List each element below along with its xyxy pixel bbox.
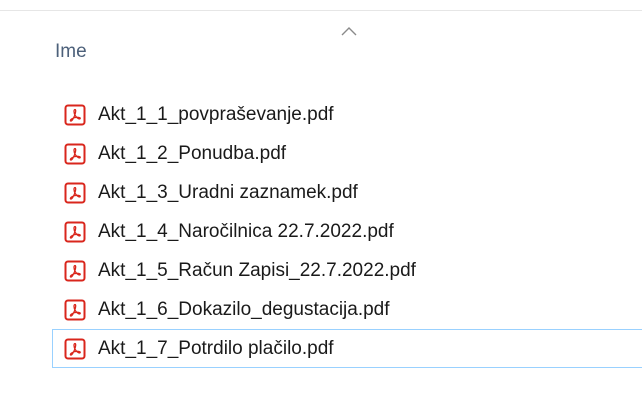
file-row[interactable]: Akt_1_5_Račun Zapisi_22.7.2022.pdf: [52, 251, 642, 290]
file-name: Akt_1_2_Ponudba.pdf: [98, 142, 287, 164]
file-row[interactable]: Akt_1_1_povpraševanje.pdf: [52, 95, 642, 134]
pdf-icon: [64, 338, 86, 359]
file-name: Akt_1_5_Račun Zapisi_22.7.2022.pdf: [98, 259, 416, 281]
pdf-icon: [64, 182, 86, 203]
file-row[interactable]: Akt_1_6_Dokazilo_degustacija.pdf: [52, 290, 642, 329]
pdf-icon: [64, 299, 86, 320]
file-row[interactable]: Akt_1_3_Uradni zaznamek.pdf: [52, 173, 642, 212]
file-row[interactable]: Akt_1_2_Ponudba.pdf: [52, 134, 642, 173]
file-name: Akt_1_3_Uradni zaznamek.pdf: [98, 181, 358, 203]
pdf-icon: [64, 143, 86, 164]
header-divider: [0, 10, 642, 11]
pdf-icon: [64, 104, 86, 125]
file-name: Akt_1_7_Potrdilo plačilo.pdf: [98, 337, 334, 359]
file-row[interactable]: Akt_1_4_Naročilnica 22.7.2022.pdf: [52, 212, 642, 251]
file-name: Akt_1_4_Naročilnica 22.7.2022.pdf: [98, 220, 394, 242]
file-row-selected[interactable]: Akt_1_7_Potrdilo plačilo.pdf: [52, 329, 642, 368]
pdf-icon: [64, 221, 86, 242]
file-name: Akt_1_6_Dokazilo_degustacija.pdf: [98, 298, 390, 320]
file-list: Akt_1_1_povpraševanje.pdf Akt_1_2_Ponudb…: [52, 95, 642, 368]
chevron-up-icon[interactable]: [338, 24, 360, 38]
column-header-name[interactable]: Ime: [55, 41, 87, 63]
pdf-icon: [64, 260, 86, 281]
file-name: Akt_1_1_povpraševanje.pdf: [98, 103, 334, 125]
